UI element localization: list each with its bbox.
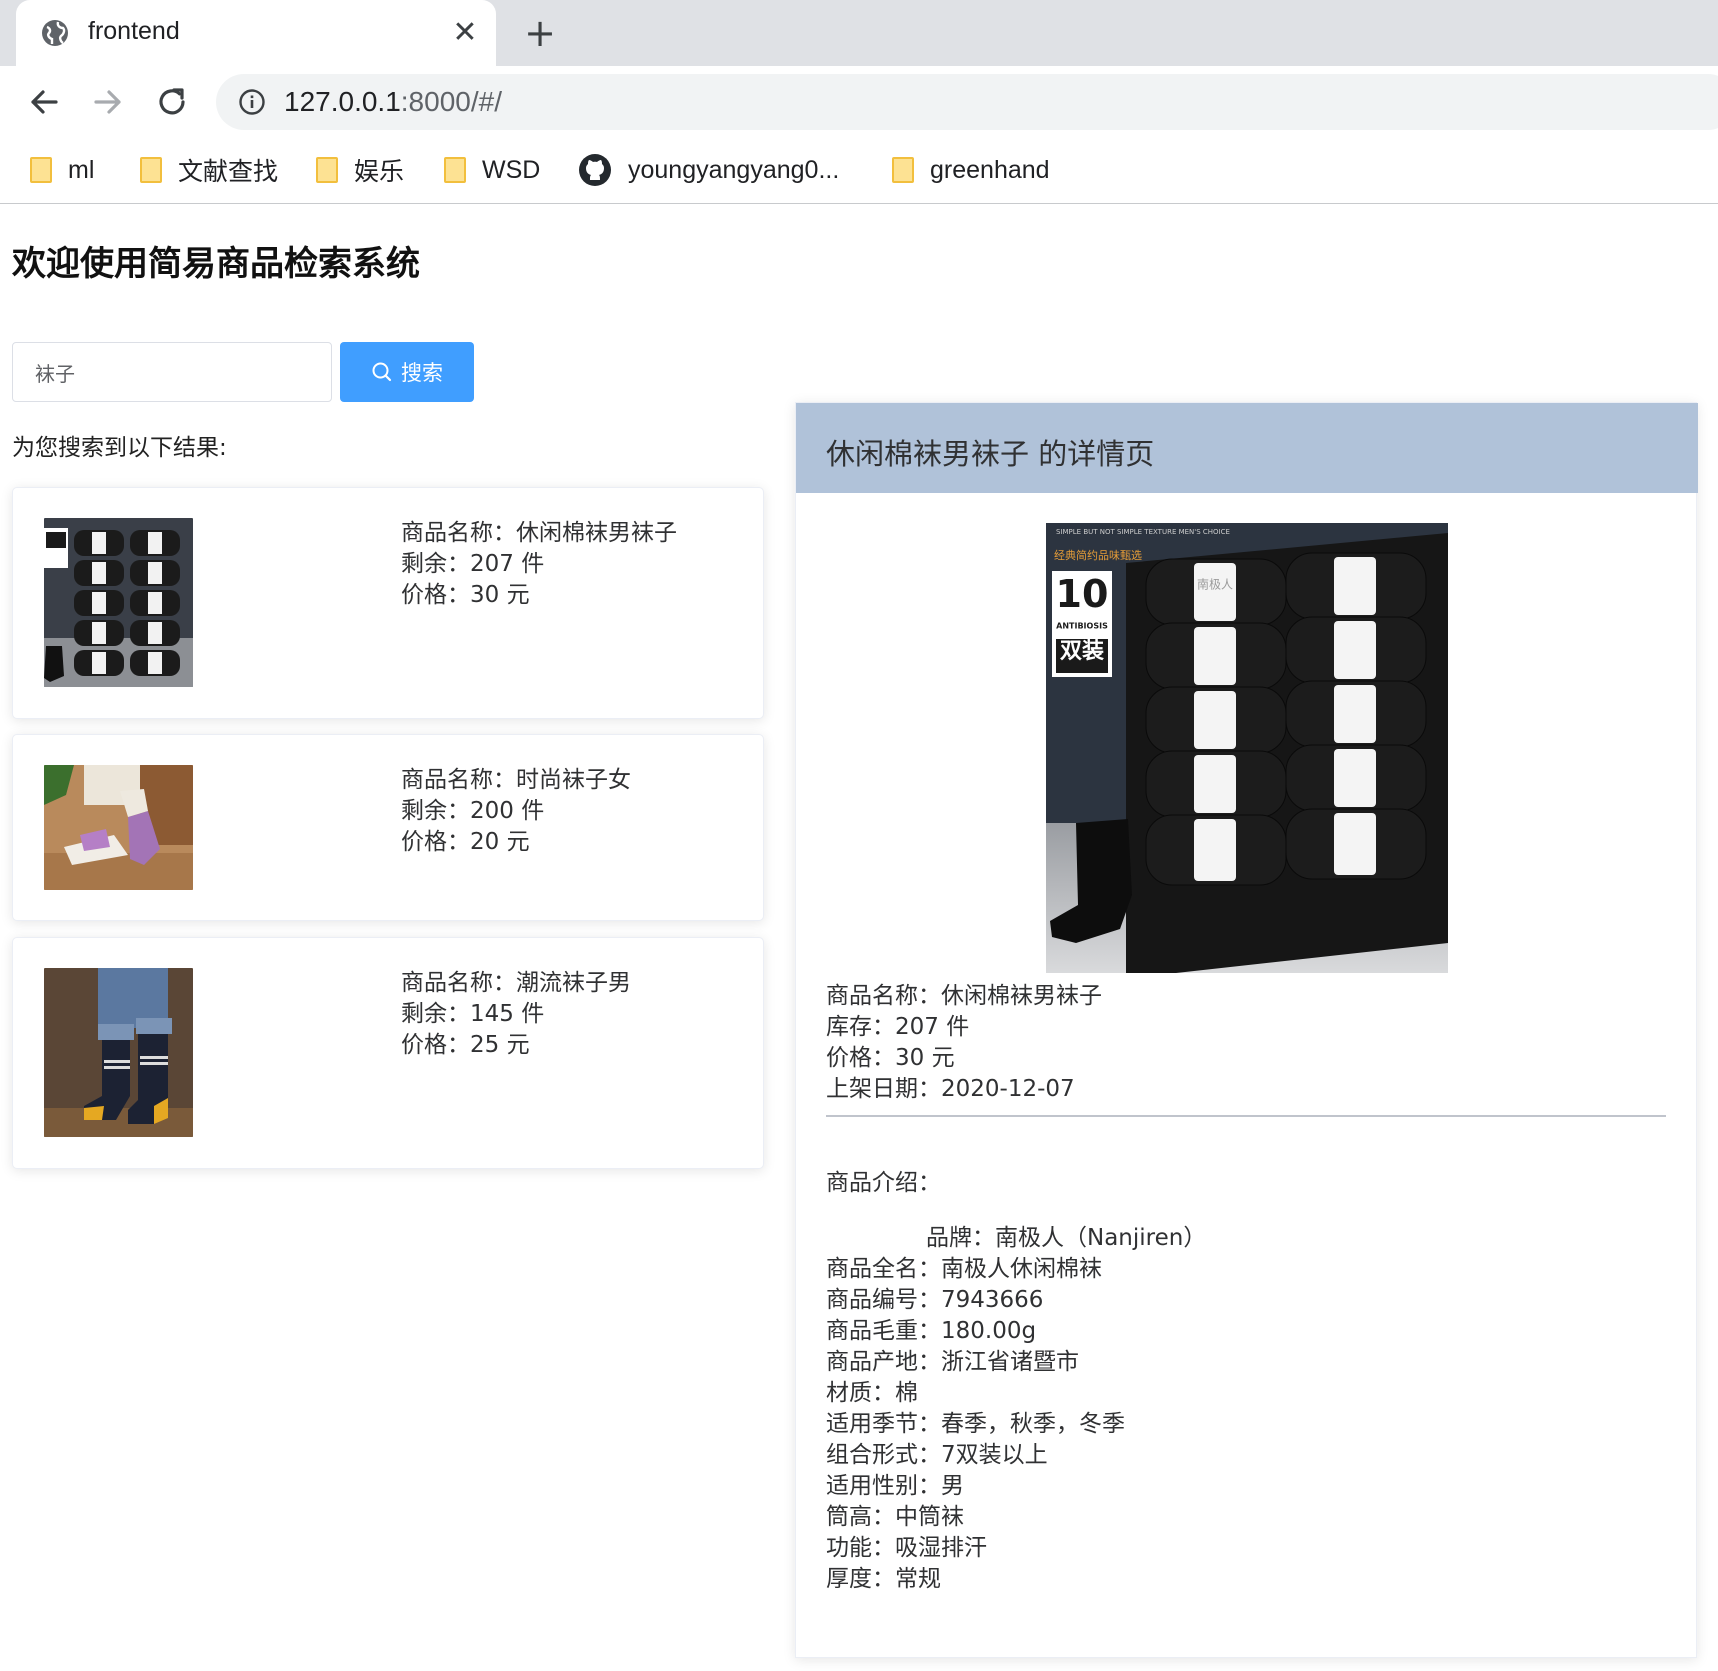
url-path: :8000/#/: [400, 86, 502, 117]
intro-line: 功能：吸湿排汗: [826, 1535, 987, 1561]
search-input[interactable]: [12, 342, 332, 402]
url-text: 127.0.0.1:8000/#/: [284, 86, 502, 118]
product-image: SIMPLE BUT NOT SIMPLE TEXTURE MEN'S CHOI…: [1046, 523, 1448, 973]
close-tab-icon[interactable]: ✕: [450, 18, 480, 48]
image-sub-text: ANTIBIOSIS: [1056, 622, 1108, 631]
url-host: 127.0.0.1: [284, 86, 401, 117]
product-thumbnail[interactable]: [44, 765, 193, 890]
socks-box-large-image: SIMPLE BUT NOT SIMPLE TEXTURE MEN'S CHOI…: [1046, 523, 1448, 973]
bookmark-label: 娱乐: [354, 158, 405, 186]
bookmark-ml[interactable]: ml: [30, 152, 94, 188]
product-price: 价格：30 元: [401, 582, 530, 608]
image-count-text: 10: [1056, 572, 1109, 616]
intro-line: 商品产地：浙江省诸暨市: [826, 1349, 1079, 1375]
bookmark-wsd[interactable]: WSD: [444, 152, 540, 188]
bookmark-label: ml: [68, 155, 95, 184]
bookmark-label: WSD: [482, 155, 541, 184]
product-info: 商品名称：休闲棉袜男袜子 剩余：207 件 价格：30 元: [401, 518, 677, 611]
intro-line: 商品全名：南极人休闲棉袜: [826, 1256, 1102, 1282]
image-tagline-text: 经典简约品味甄选: [1054, 548, 1142, 562]
bookmark-entertainment[interactable]: 娱乐: [316, 152, 404, 188]
detail-price: 价格：30 元: [826, 1045, 955, 1071]
product-thumbnail[interactable]: [44, 518, 193, 687]
divider: [826, 1115, 1666, 1117]
socks-box-image: [44, 518, 193, 687]
intro-line: 材质：棉: [826, 1380, 918, 1406]
detail-title: 休闲棉袜男袜子 的详情页: [826, 437, 1155, 471]
detail-stock: 库存：207 件: [826, 1014, 970, 1040]
men-socks-image: [44, 968, 193, 1137]
result-card[interactable]: 商品名称：潮流袜子男 剩余：145 件 价格：25 元: [12, 937, 764, 1169]
product-name: 商品名称：潮流袜子男: [401, 970, 631, 996]
result-card[interactable]: 商品名称：时尚袜子女 剩余：200 件 价格：20 元: [12, 734, 764, 921]
product-name: 商品名称：时尚袜子女: [401, 767, 631, 793]
intro-line: 商品编号：7943666: [826, 1287, 1044, 1313]
image-banner-text: SIMPLE BUT NOT SIMPLE TEXTURE MEN'S CHOI…: [1056, 528, 1230, 536]
bookmark-label: 文献查找: [178, 158, 279, 186]
bookmarks-bar: ml 文献查找 娱乐 WSD youngyangyang0... greenha…: [0, 138, 1718, 204]
globe-icon: [42, 20, 68, 46]
result-card[interactable]: 商品名称：休闲棉袜男袜子 剩余：207 件 价格：30 元: [12, 487, 764, 719]
search-button[interactable]: 搜索: [340, 342, 474, 402]
bookmark-github[interactable]: youngyangyang0...: [578, 152, 839, 188]
intro-line: 筒高：中筒袜: [826, 1504, 964, 1530]
bookmark-label: greenhand: [930, 155, 1050, 184]
reload-icon[interactable]: [152, 82, 192, 122]
tab-title: frontend: [88, 17, 180, 45]
intro-line: 适用季节：春季，秋季，冬季: [826, 1411, 1125, 1437]
intro-line: 品牌：南极人（Nanjiren）: [926, 1225, 1207, 1251]
product-info: 商品名称：时尚袜子女 剩余：200 件 价格：20 元: [401, 765, 631, 858]
intro-list: 品牌：南极人（Nanjiren） 商品全名：南极人休闲棉袜 商品编号：79436…: [826, 1223, 1206, 1595]
intro-line: 厚度：常规: [826, 1566, 941, 1592]
product-detail-panel: 休闲棉袜男袜子 的详情页 SIMPLE BUT NOT SIMPLE TEXTU…: [795, 402, 1698, 1658]
intro-line: 组合形式：7双装以上: [826, 1442, 1048, 1468]
results-caption: 为您搜索到以下结果:: [12, 435, 227, 461]
product-name: 商品名称：休闲棉袜男袜子: [401, 520, 677, 546]
product-price: 价格：20 元: [401, 829, 530, 855]
detail-date: 上架日期：2020-12-07: [826, 1076, 1075, 1102]
product-stock: 剩余：145 件: [401, 1001, 545, 1027]
folder-icon: [316, 157, 338, 183]
new-tab-button[interactable]: +: [520, 14, 560, 54]
folder-icon: [892, 157, 914, 183]
intro-line: 适用性别：男: [826, 1473, 964, 1499]
product-info: 商品名称：潮流袜子男 剩余：145 件 价格：25 元: [401, 968, 631, 1061]
address-bar[interactable]: 127.0.0.1:8000/#/: [216, 74, 1718, 130]
intro-line: 商品毛重：180.00g: [826, 1318, 1037, 1344]
intro-label: 商品介绍：: [826, 1170, 941, 1196]
search-icon: [372, 362, 392, 382]
browser-tab[interactable]: frontend ✕: [16, 0, 496, 66]
folder-icon: [140, 157, 162, 183]
back-arrow-icon[interactable]: [24, 82, 64, 122]
browser-toolbar: 127.0.0.1:8000/#/: [0, 66, 1718, 138]
search-button-label: 搜索: [401, 362, 443, 385]
forward-arrow-icon[interactable]: [88, 82, 128, 122]
bookmark-literature[interactable]: 文献查找: [140, 152, 278, 188]
detail-header: 休闲棉袜男袜子 的详情页: [796, 403, 1698, 493]
image-brand-text: 南极人: [1197, 577, 1233, 592]
product-stock: 剩余：207 件: [401, 551, 545, 577]
women-socks-image: [44, 765, 193, 890]
detail-info: 商品名称：休闲棉袜男袜子 库存：207 件 价格：30 元 上架日期：2020-…: [826, 981, 1102, 1105]
image-pack-text: 双装: [1060, 639, 1104, 664]
detail-name: 商品名称：休闲棉袜男袜子: [826, 983, 1102, 1009]
product-price: 价格：25 元: [401, 1032, 530, 1058]
folder-icon: [444, 157, 466, 183]
folder-icon: [30, 157, 52, 183]
product-thumbnail[interactable]: [44, 968, 193, 1137]
site-info-icon[interactable]: [238, 88, 266, 116]
bookmark-label: youngyangyang0...: [628, 155, 840, 184]
page-title: 欢迎使用简易商品检索系统: [12, 244, 420, 284]
bookmark-greenhand[interactable]: greenhand: [892, 152, 1050, 188]
github-icon: [579, 154, 611, 186]
browser-tabstrip: frontend ✕ +: [0, 0, 1718, 66]
product-stock: 剩余：200 件: [401, 798, 545, 824]
